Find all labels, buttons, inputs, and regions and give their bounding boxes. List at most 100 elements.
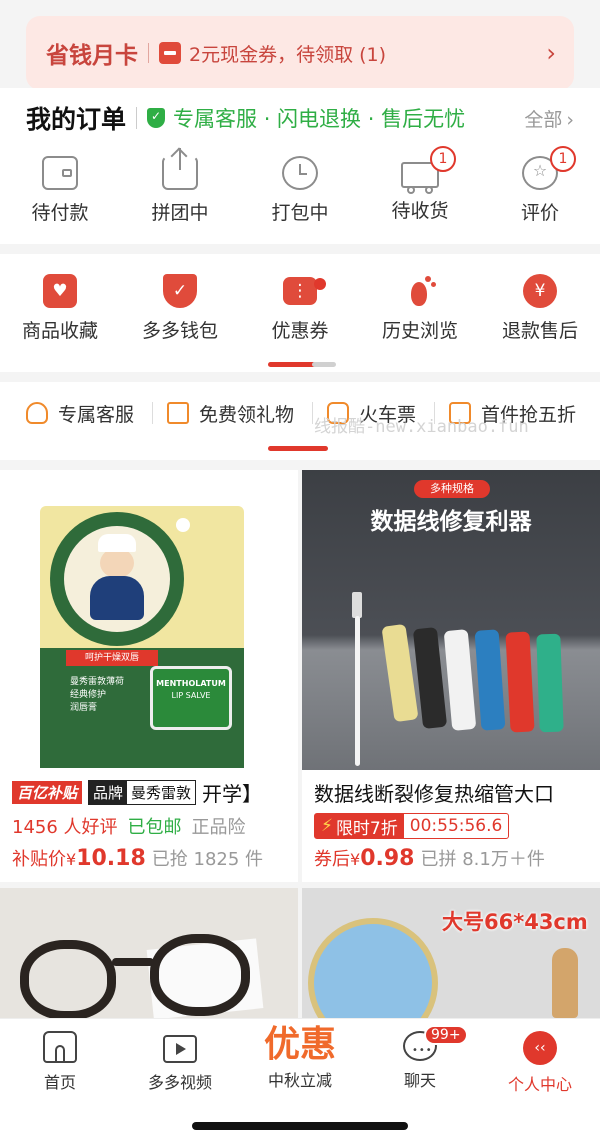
quick-customer-service[interactable]: 专属客服 [26,400,134,427]
review-badge: 1 [550,146,576,172]
tools-row: ♥ 商品收藏 ✓ 多多钱包 ⋮ 优惠券 历史浏览 ¥ 退款售后 [0,274,600,343]
lip-balm-label: 曼秀雷敦薄荷 经典修护 润唇膏 [70,677,125,713]
savings-card-banner[interactable]: 省钱月卡 2元现金券，待领取 (1) › [26,16,574,90]
round-mat [308,918,438,1018]
size-label: 大号66*43cm [442,910,588,934]
tab-label: 多多视频 [147,1073,212,1092]
product-image-lip-balm: 呵护干燥双唇 曼秀雷敦薄荷 经典修护 润唇膏 MENTHOLATUM LIP SAL… [0,470,298,770]
banner-divider [148,43,149,63]
tool-wallet[interactable]: ✓ 多多钱包 [120,274,240,343]
product-card[interactable] [0,888,298,1018]
order-status-label: 评价 [520,202,559,224]
coupon-pending-text: 2元现金券，待领取 (1) [189,43,387,66]
awaiting-delivery-badge: 1 [430,146,456,172]
product-title: 百亿补贴 品牌 曼秀雷敦 开学】 [12,778,286,807]
quick-free-gift[interactable]: 免费领礼物 [167,400,294,427]
chat-unread-badge: 99+ [424,1025,468,1045]
tool-label: 优惠券 [271,320,329,342]
chevron-right-icon: › [546,39,556,67]
tab-label: 中秋立减 [267,1071,332,1090]
glasses-lens-right [150,934,250,1016]
home-indicator [192,1122,408,1130]
profile-icon: ‹‹ [523,1031,557,1065]
limited-time-tag: ⚡ 限时7折 00:55:56.6 [314,813,510,839]
gift-icon [167,402,190,424]
product-image-heat-shrink: 多种规格 数据线修复利器 [302,470,600,770]
tab-label: 聊天 [403,1071,436,1090]
countdown-timer: 00:55:56.6 [409,816,503,836]
coupon-notification-dot [314,278,326,290]
orders-header: 我的订单 专属客服 · 闪电退换 · 售后无忧 全部› [0,88,600,148]
subsidy-tag: 百亿补贴 [12,781,83,804]
order-status-label: 待付款 [31,202,89,224]
product-name: 开学】 [202,782,263,806]
tab-promotions[interactable]: 优惠 中秋立减 [240,1025,360,1091]
order-status-pending-payment[interactable]: 待付款 [0,156,120,225]
order-status-awaiting-delivery[interactable]: 1 待收货 [360,146,480,225]
all-orders-link[interactable]: 全部 › [524,105,574,132]
tv-icon [163,1035,197,1063]
product-name: 数据线断裂修复热缩管大口 [314,782,554,806]
order-status-review[interactable]: ☆ 1 评价 [480,146,600,225]
currency-symbol: ¥ [350,850,361,869]
product-badges: ⚡ 限时7折 00:55:56.6 [314,813,588,839]
wallet-icon [42,156,78,190]
tab-profile[interactable]: ‹‹ 个人中心 [480,1031,600,1095]
share-icon [162,147,198,190]
order-status-packing[interactable]: 打包中 [240,156,360,225]
quick-label: 专属客服 [58,403,135,426]
tool-favorites[interactable]: ♥ 商品收藏 [0,274,120,343]
sold-count: 已抢 1825 件 [151,849,264,870]
order-status-label: 拼团中 [151,202,209,224]
sold-count: 已拼 8.1万＋件 [420,849,545,870]
tool-coupons[interactable]: ⋮ 优惠券 [240,274,360,343]
all-orders-label: 全部 [524,108,563,131]
free-shipping: 已包邮 [127,817,182,838]
tab-chat[interactable]: ••• 99+ 聊天 [360,1025,480,1091]
price-prefix: 补贴价 [12,849,66,870]
order-status-label: 待收货 [391,200,449,222]
product-price: 0.98 [360,846,415,871]
tools-page-indicator [312,362,336,367]
wallet-check-icon: ✓ [163,274,197,308]
strip-active-indicator [268,446,328,451]
currency-symbol: ¥ [66,850,77,869]
product-price: 10.18 [76,846,146,871]
tab-videos[interactable]: 多多视频 [120,1031,240,1093]
flash-label: ⚡ 限时7折 [315,814,404,839]
price-prefix: 券后 [314,849,350,870]
tool-history[interactable]: 历史浏览 [360,274,480,343]
tool-label: 退款售后 [501,320,578,342]
tab-label: 个人中心 [507,1075,572,1094]
tool-label: 多多钱包 [141,320,218,342]
order-status-group-buying[interactable]: 拼团中 [120,147,240,225]
product-card[interactable]: 呵护干燥双唇 曼秀雷敦薄荷 经典修护 润唇膏 MENTHOLATUM LIP SAL… [0,470,298,882]
strip-divider [312,402,314,424]
savings-card-title: 省钱月卡 [46,43,138,69]
glasses-lens-left [20,940,116,1018]
chevron-right-icon: › [566,108,574,131]
image-headline: 数据线修复利器 [370,509,532,535]
tools-card: ♥ 商品收藏 ✓ 多多钱包 ⋮ 优惠券 历史浏览 ¥ 退款售后 [0,254,600,372]
orders-divider [136,107,138,129]
coupon-icon: ⋮ [283,277,317,305]
footprint-icon [403,274,437,308]
tool-refunds[interactable]: ¥ 退款售后 [480,274,600,343]
glasses-bridge [112,958,154,966]
clock-icon [282,156,318,190]
lip-balm-jar: MENTHOLATUM LIP SALVE [150,666,232,730]
tab-home[interactable]: 首页 [0,1031,120,1093]
order-status-label: 打包中 [271,202,329,224]
headset-icon [26,402,48,424]
product-card[interactable]: 多种规格 数据线修复利器 数据线断裂修复热缩管大口 ⚡ 限时7折 00:55:56… [302,470,600,882]
ticket-icon [159,42,181,64]
tool-label: 历史浏览 [381,320,458,342]
spec-badge: 多种规格 [414,480,490,498]
tool-label: 商品收藏 [21,320,98,342]
shield-check-icon [147,108,166,128]
product-card[interactable]: 大号66*43cm [302,888,600,1018]
quick-label: 免费领礼物 [199,403,295,426]
product-price-row: 券后 ¥ 0.98 已拼 8.1万＋件 [314,845,588,871]
product-price-row: 补贴价 ¥ 10.18 已抢 1825 件 [12,845,286,871]
yen-icon: ¥ [523,274,557,308]
